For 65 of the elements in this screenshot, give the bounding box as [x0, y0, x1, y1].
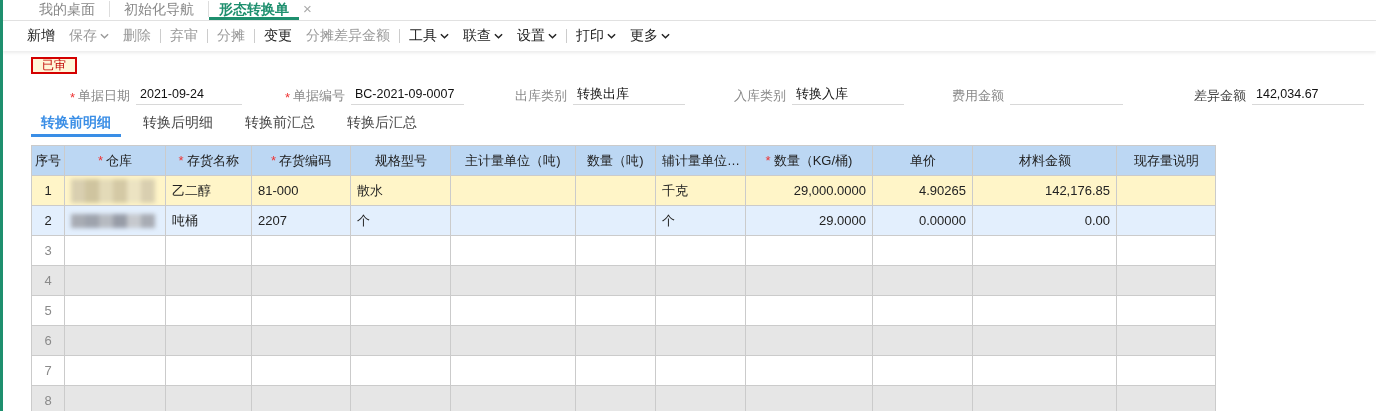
table-cell: 散水	[350, 175, 451, 206]
row-number: 3	[31, 235, 65, 266]
table-cell: 29.0000	[745, 205, 873, 236]
required-mark: *	[178, 152, 184, 168]
tab[interactable]: 我的桌面	[25, 1, 110, 17]
row-number: 4	[31, 265, 65, 296]
table-cell: 千克	[655, 175, 746, 206]
column-header[interactable]: 现存量说明	[1116, 145, 1216, 176]
field-label: 入库类别	[734, 87, 786, 105]
field-label: 差异金额	[1194, 87, 1246, 105]
table-cell: 0.00	[972, 205, 1117, 236]
field-label: 单据编号	[293, 87, 345, 105]
required-mark: *	[270, 152, 277, 168]
table-cell: 2207	[251, 205, 351, 236]
tab[interactable]: 形态转换单	[209, 1, 299, 20]
row-number: 5	[31, 295, 65, 326]
row-number: 1	[31, 175, 65, 206]
field-label: 单据日期	[78, 87, 130, 105]
table-cell: 吨桶	[165, 205, 252, 236]
required-mark: *	[97, 152, 104, 168]
toolbar-button[interactable]: 联查	[456, 27, 510, 45]
table-cell: 个	[350, 205, 451, 236]
toolbar-button[interactable]: 工具	[402, 27, 456, 45]
required-mark: *	[69, 90, 75, 105]
toolbar-button[interactable]: 新增	[20, 27, 62, 45]
toolbar-button[interactable]: 更多	[623, 27, 677, 45]
tab[interactable]: 转换后汇总	[337, 113, 427, 137]
field-label: 费用金额	[952, 87, 1004, 105]
table-cell: 个	[655, 205, 746, 236]
toolbar-button[interactable]: 打印	[569, 27, 623, 45]
input-field[interactable]: 转换入库	[792, 85, 904, 105]
input-field[interactable]: 142,034.67	[1252, 85, 1364, 105]
column-header[interactable]: 单价	[872, 145, 973, 176]
required-mark: *	[765, 152, 771, 168]
required-mark: *	[284, 90, 290, 105]
table-cell: 4.90265	[872, 175, 973, 206]
column-header[interactable]: 主计量单位（吨)	[450, 145, 576, 176]
input-field[interactable]: BC-2021-09-0007	[351, 85, 464, 105]
column-header: 仓库	[106, 152, 133, 168]
column-header[interactable]: 规格型号	[350, 145, 451, 176]
column-header[interactable]: 辅计量单位…	[655, 145, 746, 176]
tab[interactable]: 转换前汇总	[235, 113, 325, 137]
toolbar-button[interactable]: 变更	[257, 27, 299, 45]
table-cell: 142,176.85	[972, 175, 1117, 206]
column-header[interactable]: 数量（吨)	[575, 145, 656, 176]
status-badge: 已审	[31, 57, 77, 74]
column-header: 存货编码	[279, 152, 332, 168]
table-cell: 29,000.0000	[745, 175, 873, 206]
tab[interactable]: 转换后明细	[133, 113, 223, 137]
input-field[interactable]: 转换出库	[573, 85, 685, 105]
column-header[interactable]: 材料金额	[972, 145, 1117, 176]
column-header: 数量（KG/桶)	[773, 152, 853, 168]
row-number: 7	[31, 355, 65, 386]
table-cell: 乙二醇	[165, 175, 252, 206]
column-header[interactable]: 序号	[31, 145, 65, 176]
tab[interactable]: 初始化导航	[110, 1, 209, 17]
toolbar-button[interactable]: 设置	[510, 27, 564, 45]
row-number: 6	[31, 325, 65, 356]
field-label: 出库类别	[515, 87, 567, 105]
row-number: 8	[31, 385, 65, 411]
column-header: 存货名称	[186, 152, 239, 168]
table-cell: 81-000	[251, 175, 351, 206]
row-number: 2	[31, 205, 65, 236]
table-cell: 0.00000	[872, 205, 973, 236]
input-field[interactable]: 2021-09-24	[136, 85, 242, 105]
